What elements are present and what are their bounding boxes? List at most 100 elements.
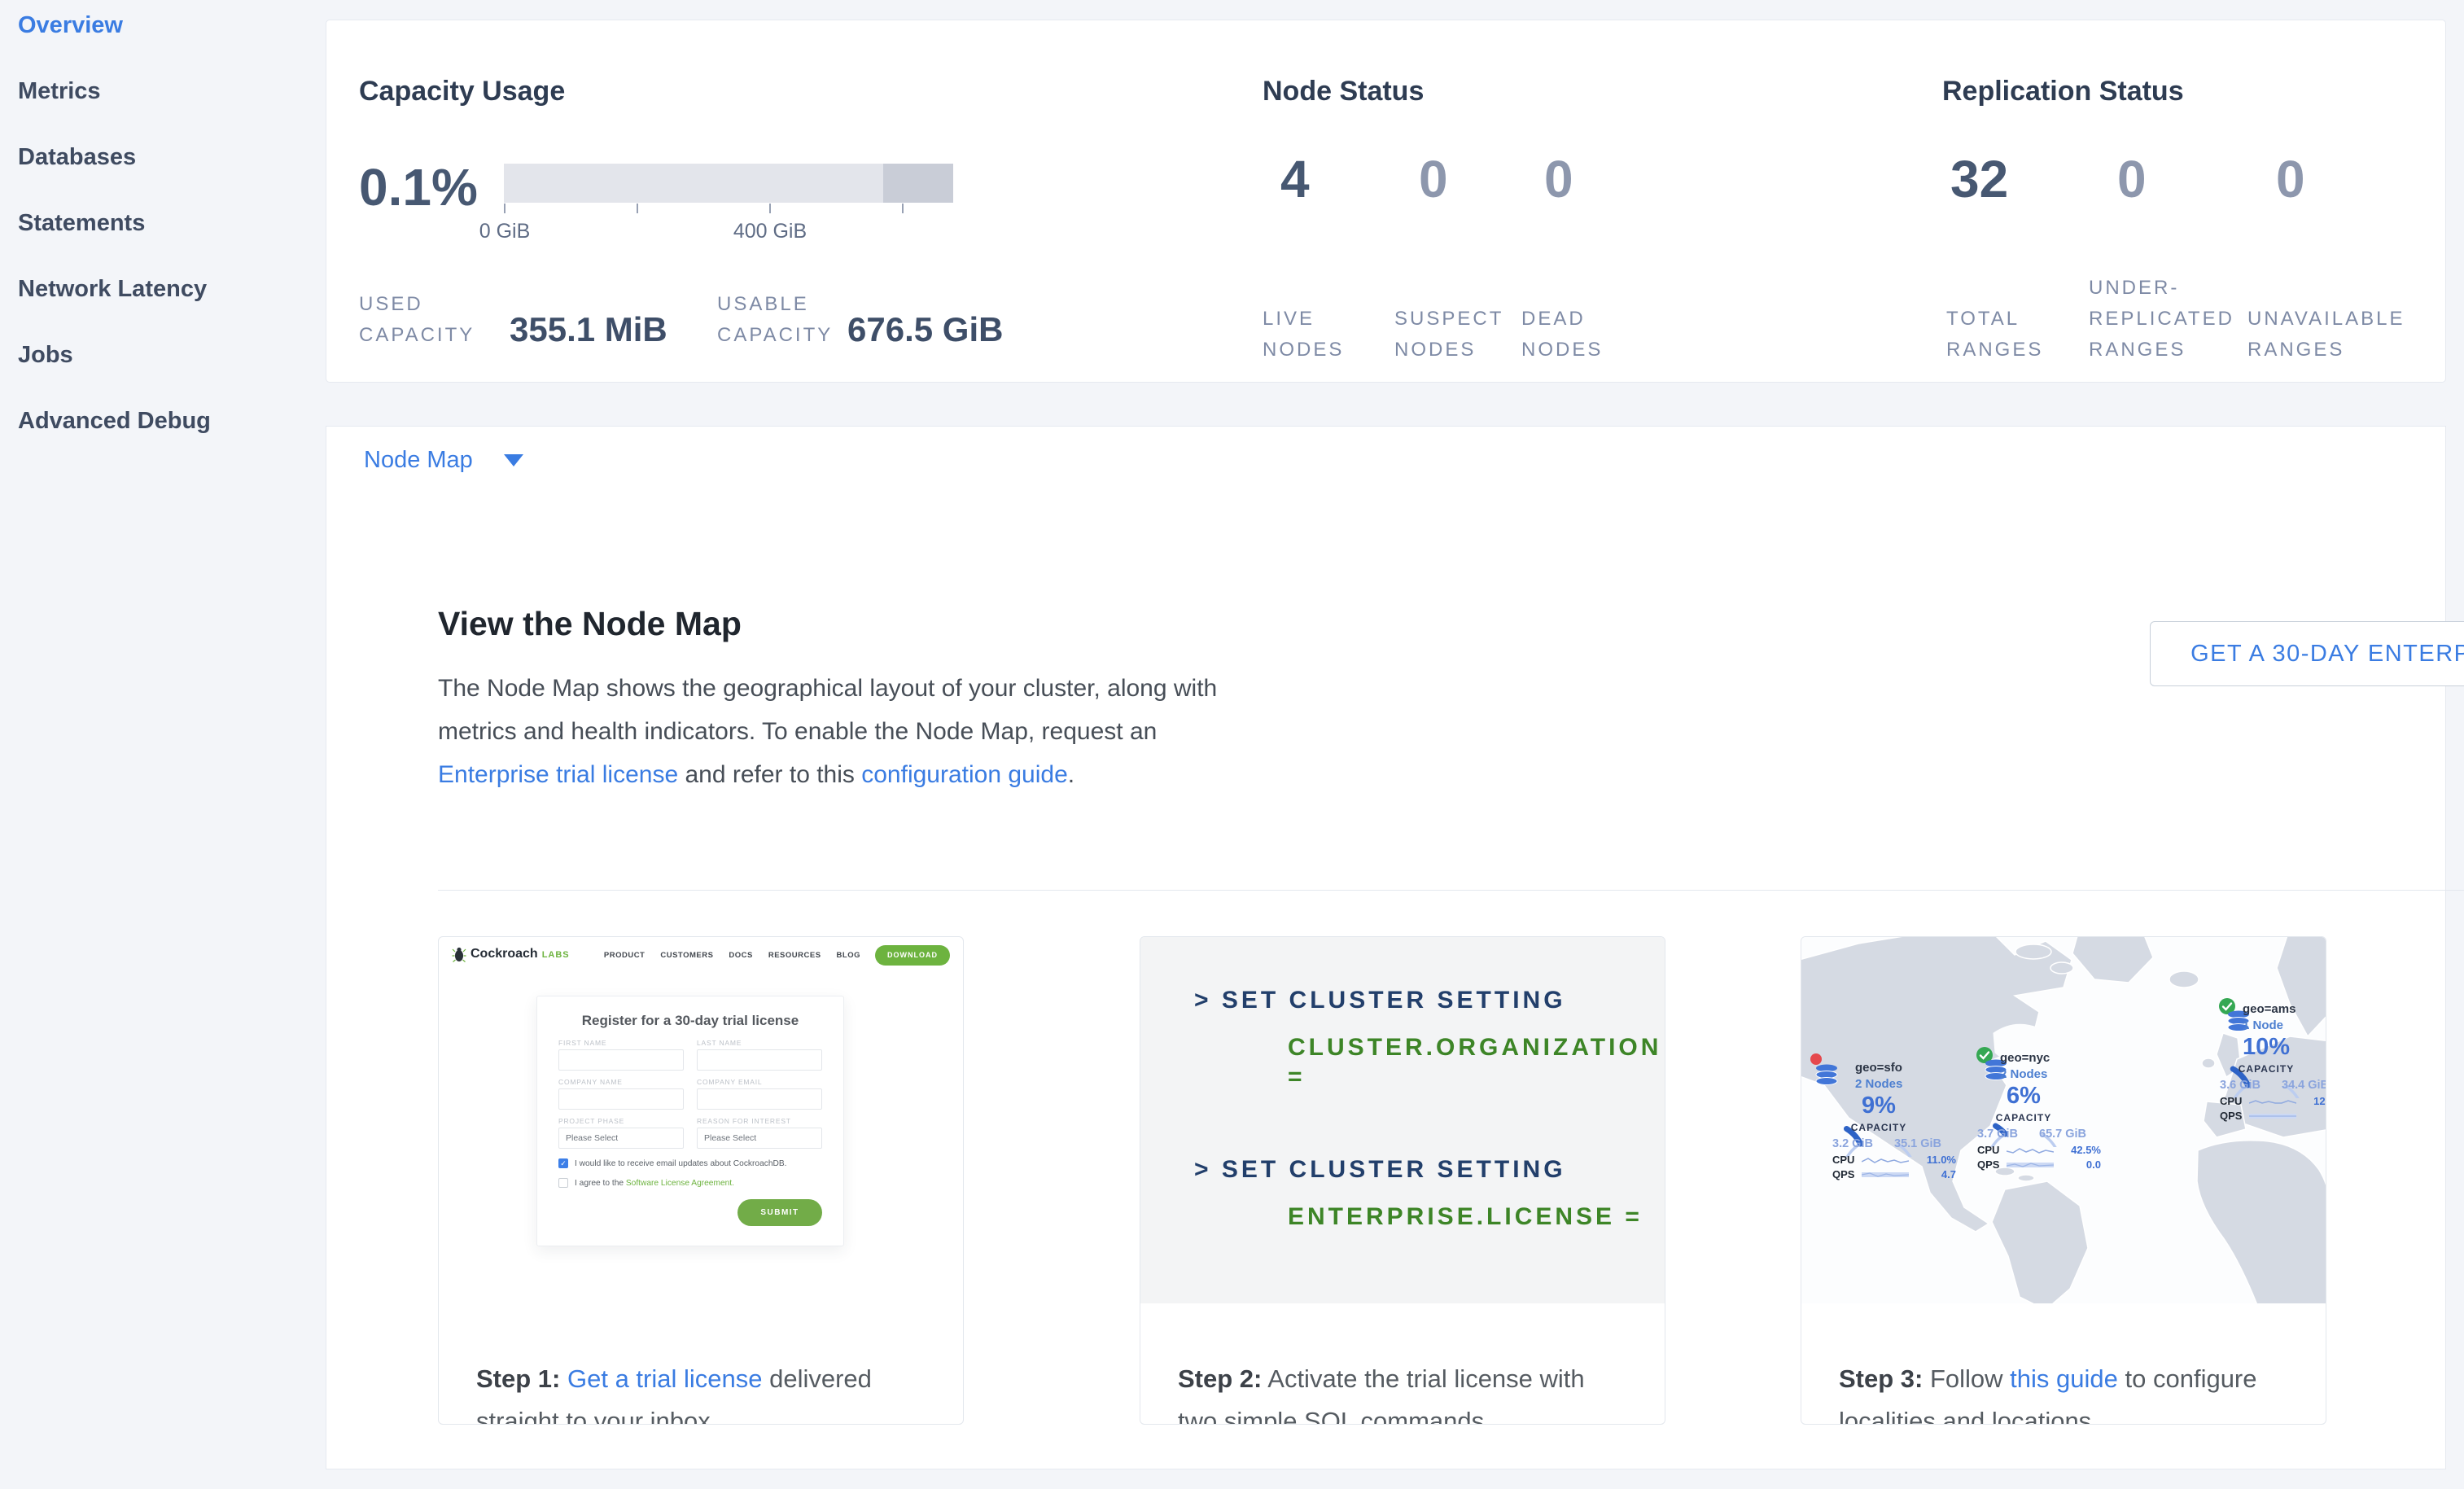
total-capacity: 65.7 GiB [2039,1128,2086,1141]
axis-tick [637,204,638,213]
sidebar-item-overview[interactable]: Overview [18,11,326,39]
suspect-nodes-stat: 0 SUSPECT NODES [1394,20,1520,383]
software-license-agreement-link: Software License Agreement. [626,1179,734,1188]
label-line: CAPACITY [359,320,510,351]
sidebar-item-databases[interactable]: Databases [18,143,326,171]
sidebar-item-jobs[interactable]: Jobs [18,341,326,369]
nav-item: PRODUCT [604,951,645,960]
capacity-percent: 9% [1862,1093,1896,1119]
unavailable-ranges-stat: 0 UNAVAILABLE RANGES [2247,20,2410,383]
submit-button: SUBMIT [737,1199,822,1226]
sidebar-item-network-latency[interactable]: Network Latency [18,275,326,303]
dead-nodes-label: DEAD NODES [1521,304,1603,366]
unavailable-ranges-value: 0 [2276,149,2305,209]
sidebar-item-metrics[interactable]: Metrics [18,77,326,105]
cpu-sparkline [1862,1155,1909,1165]
node-map-selector-label[interactable]: Node Map [364,447,473,474]
configuration-guide-link[interactable]: configuration guide [861,761,1068,788]
label-line: RANGES [1946,335,2043,366]
sql-code-sample: > SET CLUSTER SETTING CLUSTER.ORGANIZATI… [1140,937,1665,1303]
get-enterprise-trial-button[interactable]: GET A 30-DAY ENTERPRISE TRIAL [2150,621,2464,686]
cpu-value: 42.5% [2071,1144,2101,1156]
capacity-stats-row: USED CAPACITY 355.1 MiB USABLE CAPACITY … [359,289,1003,351]
nav-item: RESOURCES [768,951,821,960]
checkbox-label: I agree to the Software License Agreemen… [575,1179,734,1188]
download-button: DOWNLOAD [875,945,950,966]
cpu-label: CPU [1977,1144,2007,1156]
label-line: LIVE [1263,304,1344,335]
capacity-percent: 6% [2007,1083,2041,1109]
label-line: RANGES [2247,335,2405,366]
first-name-field [558,1049,684,1071]
capacity-label: CAPACITY [2239,1063,2294,1075]
under-replicated-ranges-value: 0 [2117,149,2147,209]
this-guide-link[interactable]: this guide [2010,1364,2118,1393]
axis-tick [902,204,904,213]
code-line: > SET CLUSTER SETTING [1194,986,1665,1015]
label-line: UNAVAILABLE [2247,304,2405,335]
label-line: DEAD [1521,304,1603,335]
step-1-caption: Step 1: Get a trial license delivered st… [439,1329,963,1425]
nav-item: DOCS [729,951,752,960]
field-label: REASON FOR INTEREST [697,1117,822,1125]
code-line: CLUSTER.ORGANIZATION = [1288,1033,1665,1092]
live-nodes-value: 4 [1280,149,1310,209]
field-label: LAST NAME [697,1039,822,1047]
under-replicated-ranges-label: UNDER- REPLICATED RANGES [2089,273,2234,366]
cpu-sparkline [2007,1145,2054,1155]
checkbox-checked-icon: ✓ [558,1158,568,1168]
registration-fields: FIRST NAME LAST NAME COMPANY NAME COMPAN… [558,1039,822,1149]
label-line: NODES [1263,335,1344,366]
step-3-card: geo=sfo 2 Nodes 9% CAPACITY 3.2 GiB 35.1… [1801,936,2326,1425]
field-label: PROJECT PHASE [558,1117,684,1125]
qps-sparkline [1862,1170,1909,1180]
sidebar-item-advanced-debug[interactable]: Advanced Debug [18,407,326,435]
qps-label: QPS [1977,1158,2007,1171]
qps-row: QPS 0.0 [2220,1110,2326,1122]
cpu-label: CPU [2220,1095,2249,1107]
qps-value: 0.0 [2086,1158,2101,1171]
nav-item: CUSTOMERS [660,951,713,960]
label-line: REPLICATED [2089,304,2234,335]
caption-text: Follow [1923,1364,2010,1393]
label-line: NODES [1521,335,1603,366]
used-capacity-value: 355.1 MiB [510,310,717,351]
axis-tick [769,204,771,213]
cluster-summary-card: Capacity Usage 0.1% 0 GiB 400 GiB USED C… [326,20,2446,383]
field-label: FIRST NAME [558,1039,684,1047]
used-capacity: 3.7 GiB [1977,1128,2018,1141]
field-label: COMPANY EMAIL [697,1078,822,1086]
desc-text: . [1068,761,1074,788]
label-line: NODES [1394,335,1503,366]
node-map-selector[interactable]: Node Map [326,426,2446,495]
capacity-used-percent: 0.1% [359,157,478,217]
used-capacity-label: USED CAPACITY [359,289,510,351]
label-line: SUSPECT [1394,304,1503,335]
axis-tick-label: 400 GiB [733,220,807,243]
chevron-down-icon[interactable] [504,454,523,466]
get-trial-license-link[interactable]: Get a trial license [567,1364,763,1393]
node-map-description: The Node Map shows the geographical layo… [438,667,1236,796]
live-nodes-stat: 4 LIVE NODES [1263,20,1393,383]
usable-capacity-label: USABLE CAPACITY [717,289,847,351]
step-label: Step 1: [476,1364,560,1393]
map-node-nyc: geo=nyc 2 Nodes 6% CAPACITY 3.7 GiB 65.7… [1948,1041,2111,1171]
brand-name: Cockroach [470,947,538,961]
step-2-caption: Step 2: Activate the trial license with … [1140,1329,1665,1425]
cockroach-bug-icon [452,947,466,963]
last-name-field [697,1049,822,1071]
sidebar-item-statements[interactable]: Statements [18,209,326,237]
label-line: CAPACITY [717,320,847,351]
enterprise-trial-license-link[interactable]: Enterprise trial license [438,761,678,788]
company-name-field [558,1088,684,1110]
checkbox-label: I would like to receive email updates ab… [575,1159,786,1168]
registration-site-thumbnail: Cockroach LABS PRODUCT CUSTOMERS DOCS RE… [439,937,963,1303]
capacity-label: CAPACITY [1851,1122,1906,1133]
total-ranges-stat: 32 TOTAL RANGES [1946,20,2087,383]
site-nav: PRODUCT CUSTOMERS DOCS RESOURCES BLOG [604,951,860,960]
label-line: USABLE [717,289,847,320]
panel-heading: View the Node Map [438,605,742,643]
dead-nodes-stat: 0 DEAD NODES [1521,20,1652,383]
total-ranges-value: 32 [1950,149,2008,209]
used-capacity: 3.2 GiB [1832,1137,1873,1150]
